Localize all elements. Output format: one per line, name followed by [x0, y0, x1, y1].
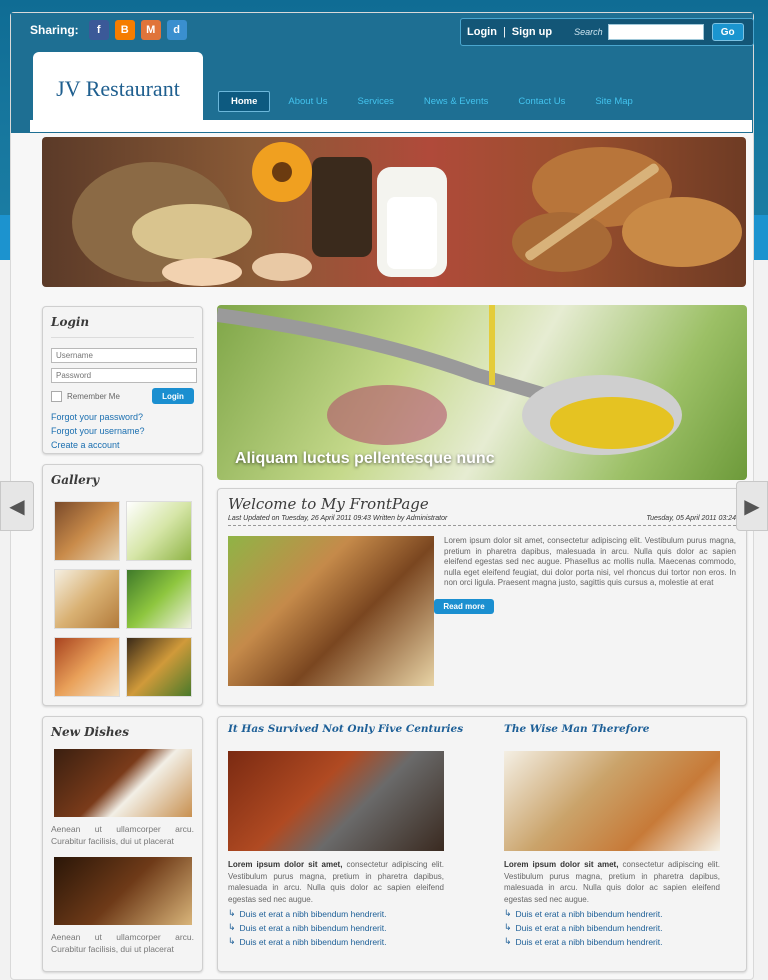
- nav-item-home[interactable]: Home: [218, 90, 271, 112]
- list-item[interactable]: ↳ Duis et erat a nibh bibendum hendrerit.: [228, 922, 468, 933]
- list-item-label: Duis et erat a nibh bibendum hendrerit.: [515, 936, 663, 947]
- article-image: [228, 751, 444, 851]
- gallery-title: Gallery: [51, 473, 100, 487]
- dish-image[interactable]: [53, 749, 192, 817]
- facebook-icon[interactable]: f: [88, 20, 109, 40]
- dish-description: Aenean ut ullamcorper arcu. Curabitur fa…: [51, 824, 194, 846]
- forgot-password-link[interactable]: Forgot your password?: [51, 410, 194, 424]
- articles-panel: It Has Survived Not Only Five Centuries …: [217, 716, 747, 972]
- digg-icon[interactable]: d: [166, 20, 187, 40]
- remember-row: Remember Me Login: [51, 388, 194, 404]
- main-nav: Home About Us Services News & Events Con…: [218, 90, 651, 112]
- list-item-label: Duis et erat a nibh bibendum hendrerit.: [239, 922, 387, 933]
- previous-arrow-icon[interactable]: ◀: [0, 481, 34, 531]
- content-top-strip: [30, 120, 752, 132]
- top-login-search-bar: Login | Sign up Search Go: [460, 18, 754, 46]
- login-button[interactable]: Login: [152, 388, 194, 404]
- nav-item-site-map[interactable]: Site Map: [583, 92, 645, 111]
- list-item[interactable]: ↳ Duis et erat a nibh bibendum hendrerit.: [504, 922, 744, 933]
- article-column: It Has Survived Not Only Five Centuries …: [228, 723, 468, 947]
- search-label: Search: [574, 27, 603, 37]
- go-button[interactable]: Go: [711, 23, 744, 41]
- new-dishes-title: New Dishes: [51, 725, 129, 739]
- list-item[interactable]: ↳ Duis et erat a nibh bibendum hendrerit.: [228, 936, 468, 947]
- article-image: [504, 751, 720, 851]
- list-item-label: Duis et erat a nibh bibendum hendrerit.: [515, 922, 663, 933]
- arrow-icon: ↳: [504, 936, 512, 946]
- list-item[interactable]: ↳ Duis et erat a nibh bibendum hendrerit.: [504, 936, 744, 947]
- dish-description: Aenean ut ullamcorper arcu. Curabitur fa…: [51, 932, 194, 954]
- logo-text: JV Restaurant: [56, 76, 180, 101]
- sharing-label: Sharing:: [30, 23, 79, 37]
- gallery-image[interactable]: [125, 637, 192, 697]
- create-account-link[interactable]: Create a account: [51, 438, 194, 452]
- arrow-icon: ↳: [228, 908, 236, 918]
- gallery-image[interactable]: [53, 501, 120, 561]
- article-text: Lorem ipsum dolor sit amet, consectetur …: [444, 536, 736, 587]
- arrow-icon: ↳: [504, 922, 512, 932]
- article-column: The Wise Man Therefore Lorem ipsum dolor…: [504, 723, 744, 947]
- nav-item-news-events[interactable]: News & Events: [412, 92, 500, 111]
- article-lead: Lorem ipsum dolor sit amet,: [228, 860, 343, 869]
- article-text-column: Lorem ipsum dolor sit amet, consectetur …: [434, 536, 736, 686]
- divider: [51, 337, 194, 338]
- gallery-panel: Gallery: [42, 464, 203, 706]
- list-item-label: Duis et erat a nibh bibendum hendrerit.: [515, 908, 663, 919]
- new-dishes-panel: New Dishes Aenean ut ullamcorper arcu. C…: [42, 716, 203, 972]
- remember-checkbox[interactable]: [51, 390, 62, 402]
- arrow-icon: ↳: [228, 936, 236, 946]
- arrow-icon: ↳: [504, 908, 512, 918]
- sharing-bar: Sharing: f B M d: [30, 20, 187, 40]
- gallery-image[interactable]: [53, 637, 120, 697]
- nav-item-about-us[interactable]: About Us: [276, 92, 339, 111]
- article-text: Lorem ipsum dolor sit amet, consectetur …: [228, 859, 444, 905]
- forgot-username-link[interactable]: Forgot your username?: [51, 424, 194, 438]
- signup-link[interactable]: Sign up: [512, 26, 552, 38]
- myspace-icon[interactable]: M: [140, 20, 161, 40]
- username-field[interactable]: [51, 348, 197, 363]
- link-separator: |: [502, 26, 506, 38]
- article-text: Lorem ipsum dolor sit amet, consectetur …: [504, 859, 720, 905]
- feature-caption: Aliquam luctus pellentesque nunc: [235, 450, 495, 467]
- list-item[interactable]: ↳ Duis et erat a nibh bibendum hendrerit.: [228, 908, 468, 919]
- list-item-label: Duis et erat a nibh bibendum hendrerit.: [239, 908, 387, 919]
- article-title[interactable]: It Has Survived Not Only Five Centuries: [228, 723, 468, 735]
- article-lead: Lorem ipsum dolor sit amet,: [504, 860, 619, 869]
- header-banner-image: [42, 137, 746, 287]
- next-arrow-icon[interactable]: ▶: [736, 481, 768, 531]
- list-item[interactable]: ↳ Duis et erat a nibh bibendum hendrerit.: [504, 908, 744, 919]
- article-image: [228, 536, 434, 686]
- dish-image[interactable]: [53, 857, 192, 925]
- article-title[interactable]: The Wise Man Therefore: [504, 723, 744, 735]
- gallery-image[interactable]: [125, 501, 192, 561]
- nav-item-contact-us[interactable]: Contact Us: [506, 92, 577, 111]
- blogger-icon[interactable]: B: [114, 20, 135, 40]
- search-input[interactable]: [607, 24, 704, 40]
- password-field[interactable]: [51, 368, 197, 383]
- feature-slide[interactable]: Aliquam luctus pellentesque nunc: [217, 305, 747, 480]
- login-panel: Login Remember Me Login Forgot your pass…: [42, 306, 203, 454]
- read-more-button[interactable]: Read more: [434, 598, 494, 614]
- logo[interactable]: JV Restaurant: [33, 52, 203, 126]
- article-title[interactable]: Welcome to My FrontPage: [228, 495, 736, 513]
- meta-date: Tuesday, 05 April 2011 03:24: [646, 515, 736, 522]
- gallery-image[interactable]: [125, 569, 192, 629]
- article-body: Lorem ipsum dolor sit amet, consectetur …: [228, 536, 736, 686]
- nav-item-services[interactable]: Services: [345, 92, 405, 111]
- gallery-grid: [51, 501, 194, 697]
- arrow-icon: ↳: [228, 922, 236, 932]
- login-link[interactable]: Login: [467, 26, 497, 38]
- welcome-article: Welcome to My FrontPage Last Updated on …: [217, 488, 747, 706]
- article-meta: Last Updated on Tuesday, 26 April 2011 0…: [228, 515, 736, 526]
- meta-updated: Last Updated on Tuesday, 26 April 2011 0…: [228, 515, 448, 522]
- login-panel-title: Login: [51, 315, 90, 329]
- remember-label: Remember Me: [67, 391, 120, 401]
- gallery-image[interactable]: [53, 569, 120, 629]
- list-item-label: Duis et erat a nibh bibendum hendrerit.: [239, 936, 387, 947]
